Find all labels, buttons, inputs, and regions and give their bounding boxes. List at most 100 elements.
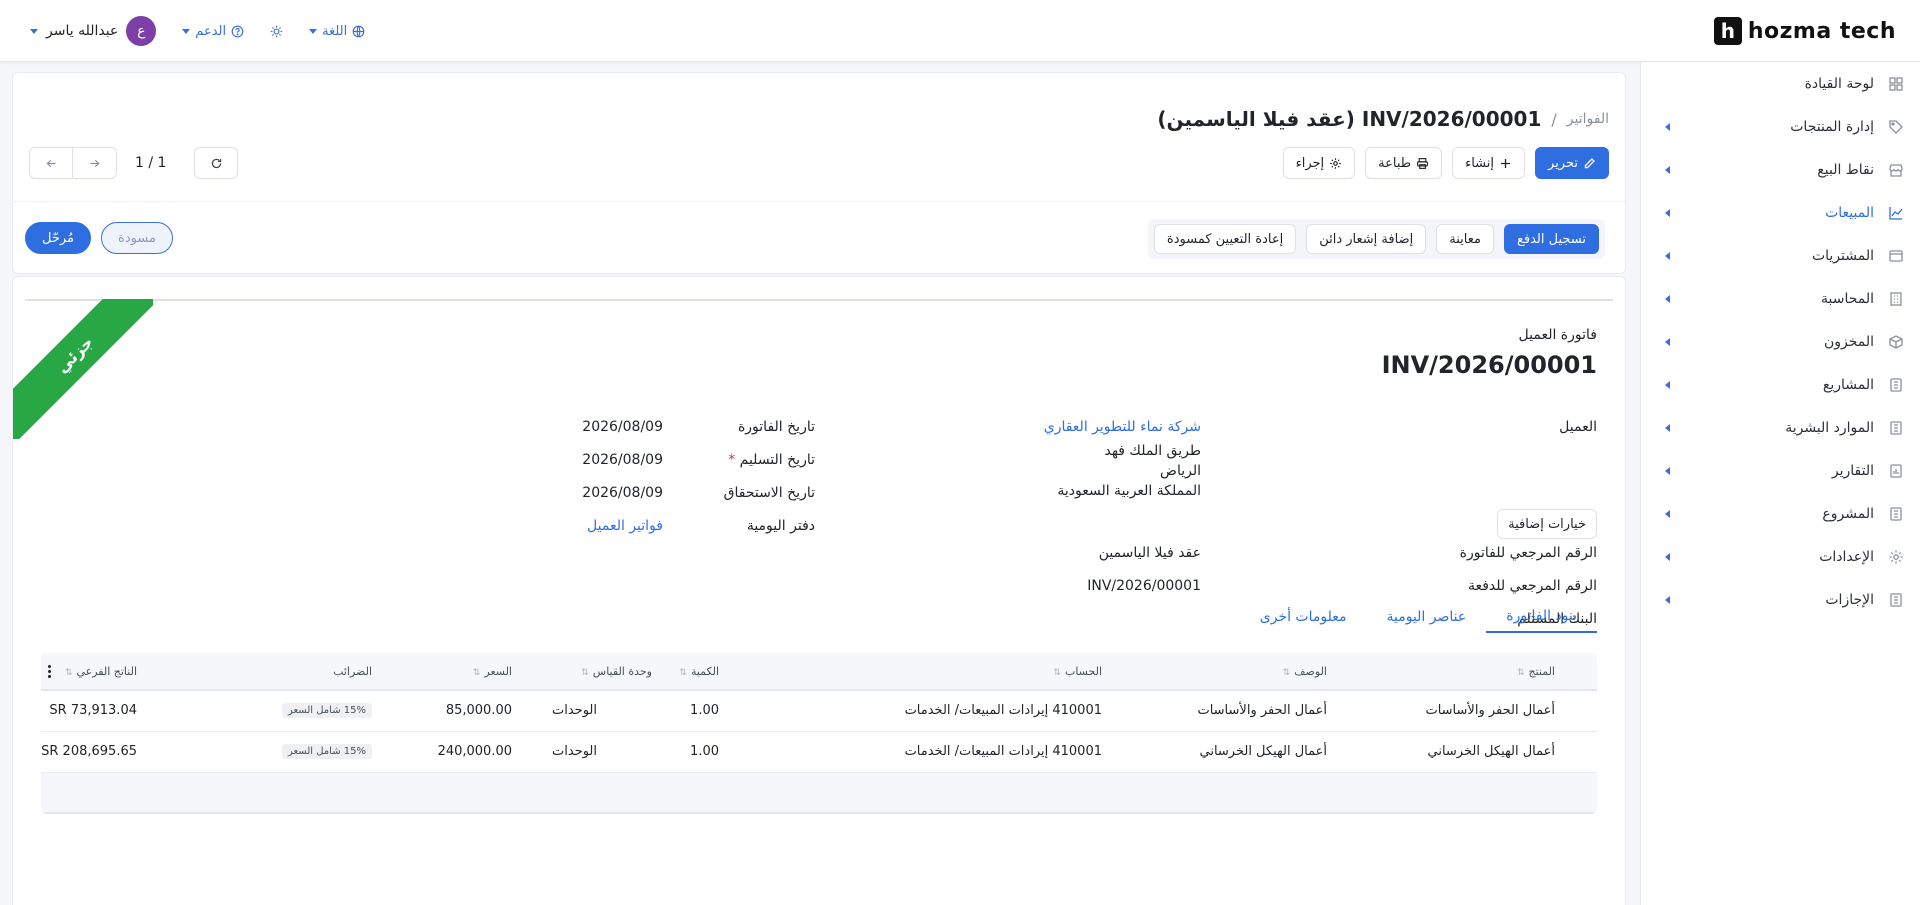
sidebar-item-label: الإجازات [1825,591,1874,608]
col-product[interactable]: المنتج⇅ [1517,665,1555,678]
col-price[interactable]: السعر⇅ [473,665,512,678]
delivery-date-label: تاريخ التسليم * [728,452,815,468]
tag-icon [1889,119,1903,134]
sidebar-item-label: المشروع [1822,505,1874,522]
pencil-icon [1584,157,1595,168]
col-quantity[interactable]: الكمية⇅ [679,665,719,678]
chevron-left-icon [1665,337,1670,346]
sidebar-item-9[interactable]: التقارير [1641,449,1920,492]
chevron-down-icon [309,28,318,34]
cell-quantity: 1.00 [690,744,719,759]
edit-button[interactable]: تحرير [1535,147,1609,179]
invoice-ref-value[interactable]: عقد فيلا الياسمين [1099,545,1201,561]
chevron-down-icon [182,28,191,34]
customer-link[interactable]: شركة نماء للتطوير العقاري [1044,419,1201,435]
user-menu[interactable]: عبدالله ياسر ع [30,16,157,46]
sort-icon: ⇅ [581,668,589,678]
extra-options-button[interactable]: خيارات إضافية [1497,509,1597,539]
document-icon [1890,592,1902,607]
sidebar-item-label: إدارة المنتجات [1790,118,1874,135]
tab-0[interactable]: بنود الفاتورة [1486,601,1597,633]
table-body: أعمال الحفر والأساسات أعمال الحفر والأساس… [41,691,1597,773]
avatar: ع [126,16,157,46]
sidebar-item-4[interactable]: المشتريات [1641,234,1920,277]
refresh-icon [211,158,222,168]
sidebar-item-0[interactable]: لوحة القيادة [1641,62,1920,105]
sidebar-item-1[interactable]: إدارة المنتجات [1641,105,1920,148]
invoice-date-value[interactable]: 2026/08/09 [582,419,663,435]
sidebar-item-2[interactable]: نقاط البيع [1641,148,1920,191]
support-menu[interactable]: الدعم [182,24,244,39]
cell-subtotal: SR 208,695.65 [41,744,137,759]
sidebar-item-12[interactable]: الإجازات [1641,578,1920,621]
invoice-ref-label: الرقم المرجعي للفاتورة [1459,545,1597,561]
sidebar-item-6[interactable]: المخزون [1641,320,1920,363]
status-ribbon: جزئي [13,299,153,439]
address-line-2: الرياض [1160,463,1201,479]
sort-icon: ⇅ [472,668,481,678]
col-subtotal[interactable]: الناتج الفرعي⇅ [65,665,137,678]
tab-2[interactable]: معلومات أخرى [1240,601,1367,633]
theme-toggle[interactable] [270,25,283,38]
sidebar-item-label: المخزون [1823,333,1874,350]
box-icon [1889,334,1903,349]
language-menu[interactable]: اللغة [309,24,365,39]
reset-to-draft-button[interactable]: إعادة التعيين كمسودة [1153,224,1297,254]
chevron-left-icon [1665,122,1670,131]
delivery-date-value[interactable]: 2026/08/09 [582,452,663,468]
sidebar-item-5[interactable]: المحاسبة [1641,277,1920,320]
sidebar-item-3[interactable]: المبيعات [1641,191,1920,234]
table-row[interactable]: أعمال الحفر والأساسات أعمال الحفر والأساس… [41,691,1597,732]
sidebar-item-7[interactable]: المشاريع [1641,363,1920,406]
create-button[interactable]: إنشاء [1452,147,1526,179]
breadcrumb-parent-link[interactable]: الفواتير [1567,111,1609,127]
status-posted[interactable]: مُرحّل [25,222,92,254]
breadcrumb-separator: / [1551,109,1557,129]
gear-icon [1330,157,1341,169]
col-uom-label: وحدة القياس [592,665,652,678]
col-description[interactable]: الوصف⇅ [1283,665,1327,678]
pager-next-button[interactable] [73,147,117,179]
cell-account: 410001 إيرادات المبيعات/ الخدمات [904,744,1102,759]
column-options-icon[interactable] [47,665,51,680]
sidebar-item-8[interactable]: الموارد البشرية [1641,406,1920,449]
sort-icon: ⇅ [679,668,687,678]
status-draft[interactable]: مسودة [101,222,173,254]
pager-previous-button[interactable] [29,147,73,179]
col-uom[interactable]: وحدة القياس⇅ [581,665,652,678]
pager-count: 1 / 1 [135,155,167,171]
form-top-rule [25,299,1613,301]
add-credit-note-button[interactable]: إضافة إشعار دائن [1306,224,1427,254]
refresh-button[interactable] [194,147,239,179]
sort-icon: ⇅ [1516,668,1525,678]
customer-label: العميل [1559,419,1597,435]
report-icon [1890,463,1902,478]
col-description-label: الوصف [1294,665,1327,678]
brand-mark: h [1713,17,1742,45]
register-payment-button[interactable]: تسجيل الدفع [1503,224,1599,254]
brand-logo[interactable]: h hozma tech [1713,16,1896,46]
sidebar-item-11[interactable]: الإعدادات [1641,535,1920,578]
add-line-row[interactable] [41,773,1597,814]
payment-ref-value[interactable]: INV/2026/00001 [1087,578,1201,594]
action-button[interactable]: إجراء [1282,147,1356,179]
language-label: اللغة [322,23,348,39]
tab-1[interactable]: عناصر اليومية [1366,601,1486,633]
invoice-type-label: فاتورة العميل [1518,327,1597,343]
sort-icon: ⇅ [64,668,73,678]
col-taxes[interactable]: الضرائب [333,665,372,678]
print-button[interactable]: طباعة [1365,147,1443,179]
journal-link[interactable]: فواتير العميل [587,518,663,534]
preview-button[interactable]: معاينة [1436,224,1494,254]
col-account[interactable]: الحساب⇅ [1053,665,1102,678]
col-account-label: الحساب [1064,665,1102,678]
cell-price: 240,000.00 [437,744,512,759]
sidebar-item-10[interactable]: المشروع [1641,492,1920,535]
invoice-lines-table: المنتج⇅ الوصف⇅ الحساب⇅ الكمية⇅ وحدة القي… [41,653,1597,814]
top-bar: h hozma tech عبدالله ياسر ع الدعم اللغة [0,0,1920,62]
invoice-actions: تسجيل الدفع معاينة إضافة إشعار دائن إعاد… [1147,219,1605,259]
chevron-left-icon [1665,423,1670,432]
globe-icon [352,25,365,37]
due-date-value[interactable]: 2026/08/09 [582,485,663,501]
table-row[interactable]: أعمال الهيكل الخرساني أعمال الهيكل الخرسا… [41,732,1597,773]
